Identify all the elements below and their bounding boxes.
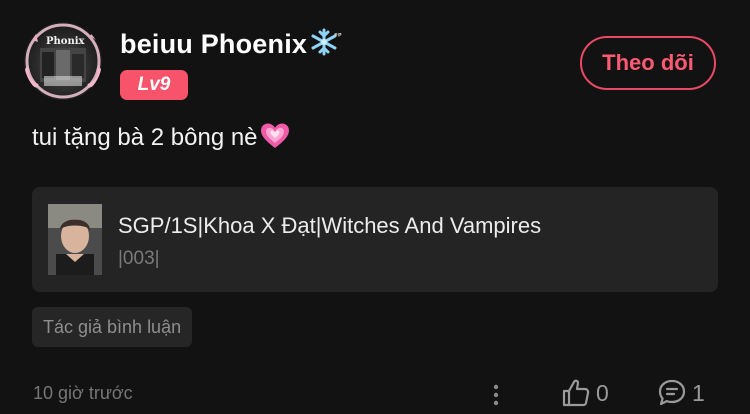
story-cover-image — [48, 204, 102, 275]
more-vertical-icon — [493, 384, 499, 406]
avatar-image — [24, 23, 102, 99]
follow-button[interactable]: Theo dõi — [580, 36, 716, 90]
comment-bubble-icon — [658, 379, 686, 406]
timestamp: 10 giờ trước — [33, 383, 133, 403]
author-name[interactable]: beiuu Phoenix ᵉᵖ — [120, 27, 345, 64]
like-count: 0 — [596, 380, 609, 406]
author-avatar[interactable]: Phonix — [24, 22, 102, 100]
more-options-button[interactable] — [486, 380, 506, 409]
avatar-frame-text: Phonix — [46, 36, 85, 47]
like-button[interactable]: 0 — [562, 378, 609, 409]
linked-story-card[interactable]: SGP/1S|Khoa X Đạt|Witches And Vampires |… — [32, 187, 718, 292]
svg-text:ᵉᵖ: ᵉᵖ — [334, 31, 342, 40]
post-content: tui tặng bà 2 bông nè — [32, 122, 290, 157]
post-text: tui tặng bà 2 bông nè — [32, 124, 258, 151]
comment-count: 1 — [692, 380, 705, 406]
story-subtitle: |003| — [118, 248, 160, 269]
snowflake-icon: ᵉᵖ — [309, 27, 345, 64]
level-badge: Lv9 — [120, 70, 188, 100]
comment-button[interactable]: 1 — [658, 378, 705, 409]
author-comment-tag: Tác giả bình luận — [32, 307, 193, 347]
sparkling-heart-icon — [260, 122, 290, 157]
author-name-text: beiuu Phoenix — [120, 29, 308, 59]
story-title: SGP/1S|Khoa X Đạt|Witches And Vampires — [118, 213, 542, 238]
thumbs-up-icon — [562, 379, 590, 407]
